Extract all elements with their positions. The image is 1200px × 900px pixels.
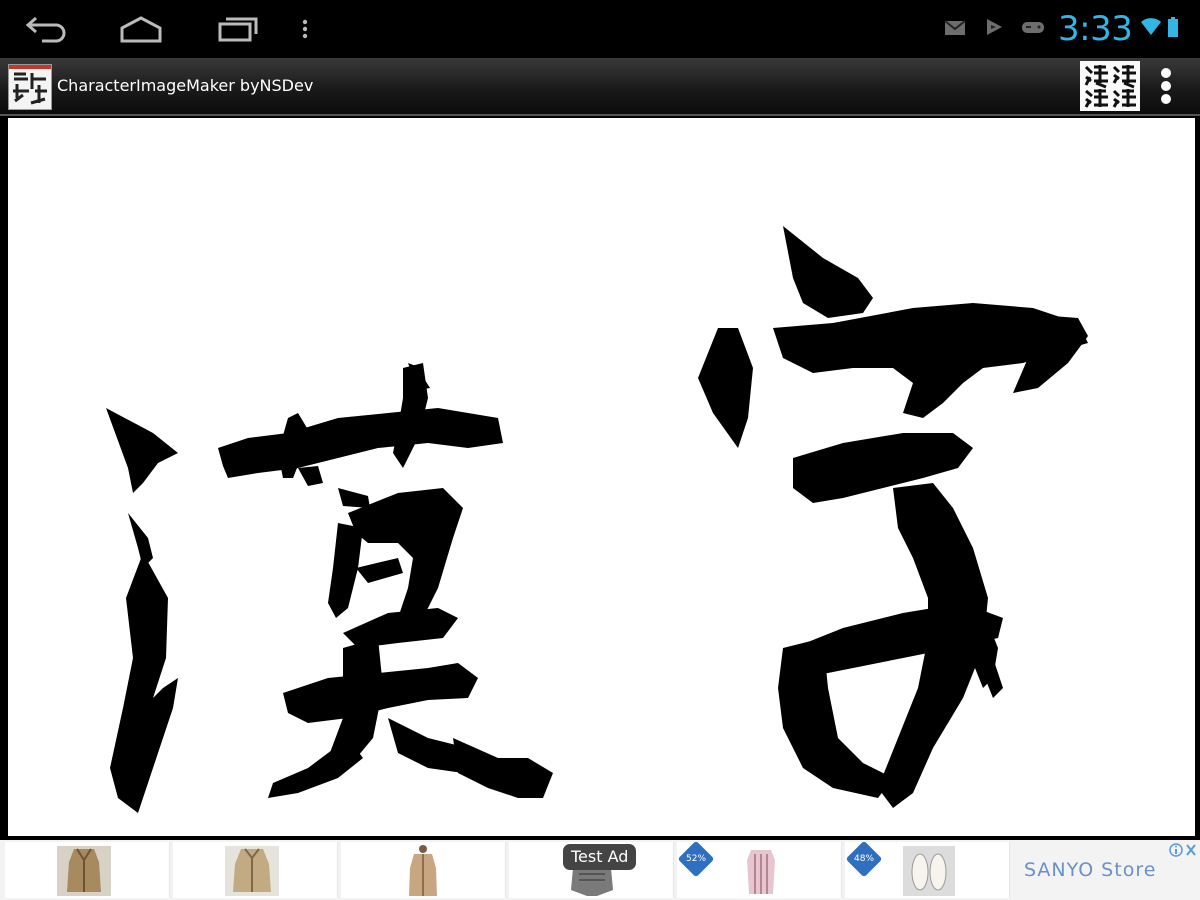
kanji-grid-icon[interactable]: [1080, 61, 1140, 111]
test-ad-label: Test Ad: [563, 844, 637, 870]
system-bar: 3:33: [0, 0, 1200, 58]
menu-icon[interactable]: [295, 8, 315, 50]
shirt-image: [741, 846, 781, 896]
gmail-icon: [944, 20, 966, 35]
ad-product-coat-2[interactable]: [173, 842, 338, 898]
action-bar: CharacterImageMaker byNSDev: [0, 58, 1200, 116]
wifi-icon: [1141, 18, 1161, 35]
discount-badge: 52%: [677, 840, 715, 878]
ad-banner[interactable]: Test Ad 52% 48% SANYO Store: [0, 840, 1200, 900]
battery-icon: [1168, 17, 1178, 37]
back-icon[interactable]: [22, 8, 72, 50]
coat-image: [225, 846, 279, 896]
ad-choices-icon[interactable]: [1168, 842, 1198, 858]
clock: 3:33: [1058, 9, 1133, 49]
play-store-icon: [987, 19, 1002, 35]
canvas-frame: [0, 116, 1200, 840]
loafers-image: [903, 846, 955, 896]
character-canvas[interactable]: [8, 118, 1195, 836]
ad-product-shirt[interactable]: 52%: [677, 840, 842, 898]
kanji-ji: [698, 226, 1088, 808]
ad-product-coat-1[interactable]: [5, 842, 170, 898]
ad-product-loafers[interactable]: 48%: [845, 840, 1010, 898]
app-title: CharacterImageMaker byNSDev: [57, 76, 314, 95]
kanji-kan: [106, 363, 553, 813]
ad-product-long-coat[interactable]: [341, 842, 506, 898]
recents-icon[interactable]: [212, 8, 262, 50]
ad-product-shoes[interactable]: Test Ad: [509, 842, 674, 898]
app-logo-icon[interactable]: [8, 64, 52, 110]
coat-image: [57, 846, 111, 896]
long-coat-image: [401, 844, 445, 898]
overflow-menu-icon[interactable]: [1148, 62, 1184, 110]
game-controller-icon: [1022, 22, 1044, 33]
home-icon[interactable]: [116, 8, 166, 50]
discount-badge: 48%: [845, 840, 883, 878]
sanyo-store-logo[interactable]: SANYO Store: [1024, 850, 1156, 890]
